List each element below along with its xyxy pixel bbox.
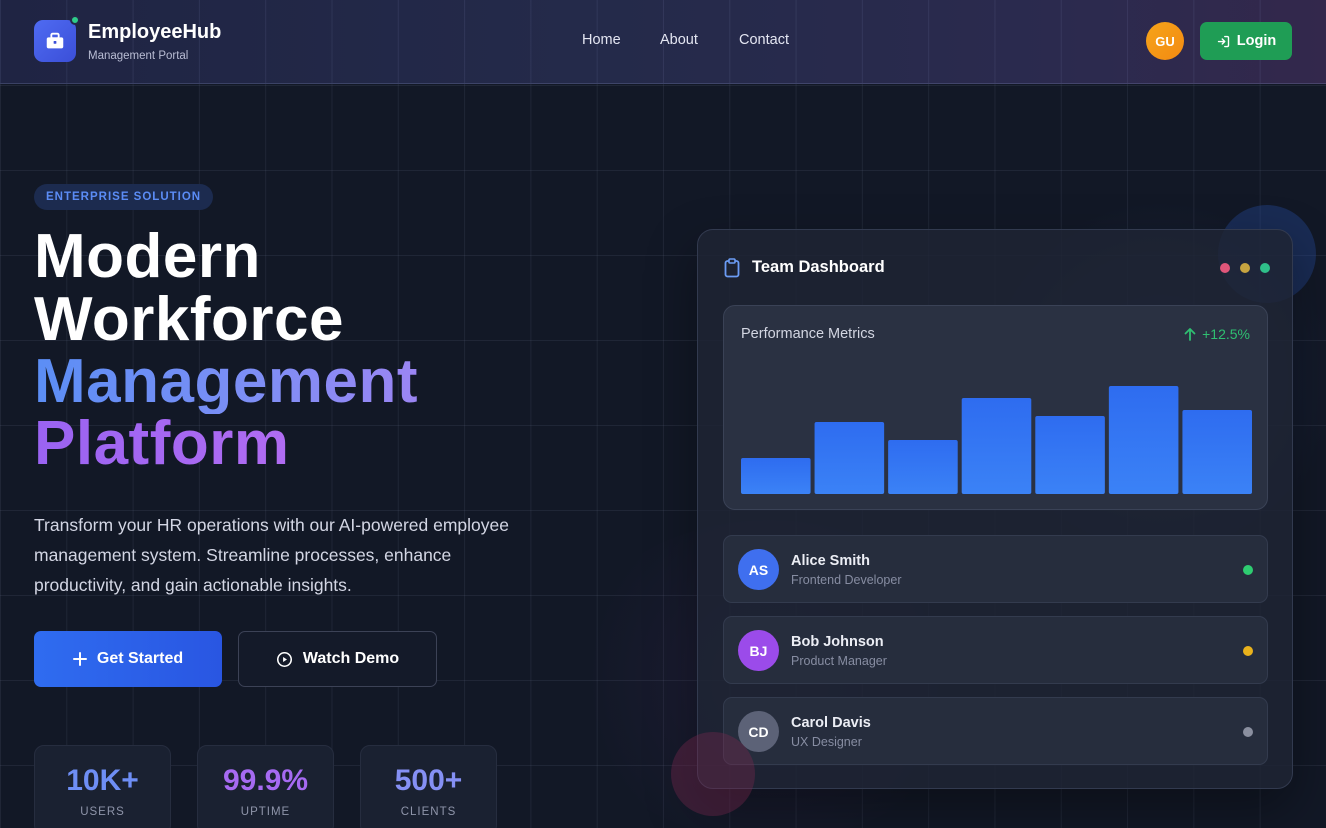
- team-member-row[interactable]: AS Alice Smith Frontend Developer: [723, 535, 1268, 603]
- decorative-orb: [671, 732, 755, 816]
- performance-change-value: +12.5%: [1202, 326, 1250, 342]
- nav-link-home[interactable]: Home: [582, 32, 621, 48]
- brand-subtitle: Management Portal: [88, 50, 189, 62]
- stat-card-clients: 500+ CLIENTS: [360, 745, 497, 828]
- login-button[interactable]: Login: [1200, 22, 1292, 60]
- hero-title-line: Management: [34, 347, 418, 416]
- window-dot: [1240, 263, 1250, 273]
- dashboard-title: Team Dashboard: [752, 258, 885, 276]
- nav-link-about[interactable]: About: [660, 32, 698, 48]
- chart-bar: [961, 398, 1032, 494]
- stat-card-users: 10K+ USERS: [34, 745, 171, 828]
- performance-change: +12.5%: [1184, 326, 1250, 342]
- play-circle-icon: [276, 651, 292, 667]
- window-dots: [1220, 263, 1270, 273]
- top-navbar: EmployeeHub Management Portal Home About…: [0, 0, 1326, 84]
- watch-demo-label: Watch Demo: [302, 650, 400, 667]
- stat-label: CLIENTS: [400, 806, 457, 818]
- status-indicator: [1243, 646, 1253, 656]
- arrow-up-icon: [1184, 328, 1196, 341]
- performance-metrics-panel: Performance Metrics +12.5%: [723, 305, 1268, 510]
- watch-demo-button[interactable]: Watch Demo: [238, 631, 437, 687]
- performance-bar-chart: [741, 386, 1252, 494]
- chart-bar: [1035, 416, 1105, 494]
- stat-value: 500+: [394, 764, 463, 797]
- chart-bar: [888, 440, 958, 494]
- hero-title-line: Platform: [34, 409, 290, 478]
- performance-title: Performance Metrics: [741, 326, 875, 342]
- team-dashboard-card: Team Dashboard Performance Metrics +12.5…: [697, 229, 1293, 789]
- user-avatar[interactable]: GU: [1146, 22, 1184, 60]
- window-dot: [1260, 263, 1270, 273]
- brand-name[interactable]: EmployeeHub: [88, 21, 221, 44]
- online-indicator: [70, 15, 80, 25]
- chart-bar: [741, 458, 811, 494]
- member-role: UX Designer: [791, 735, 862, 749]
- chart-bar: [1108, 386, 1179, 494]
- member-avatar: BJ: [738, 630, 779, 671]
- chart-bar: [1182, 410, 1252, 494]
- team-member-row[interactable]: BJ Bob Johnson Product Manager: [723, 616, 1268, 684]
- stat-value: 99.9%: [222, 764, 309, 797]
- brand-logo[interactable]: [34, 20, 76, 62]
- hero-description: Transform your HR operations with our AI…: [34, 515, 509, 595]
- status-indicator: [1243, 565, 1253, 575]
- hero-title-line: Modern: [34, 222, 261, 291]
- nav-link-contact[interactable]: Contact: [739, 32, 789, 48]
- member-role: Frontend Developer: [791, 573, 902, 587]
- member-name: Carol Davis: [791, 715, 871, 731]
- chart-bar: [814, 422, 885, 494]
- get-started-button[interactable]: Get Started: [34, 631, 222, 687]
- member-role: Product Manager: [791, 654, 887, 668]
- member-name: Alice Smith: [791, 553, 870, 569]
- clipboard-icon: [724, 258, 740, 278]
- status-indicator: [1243, 727, 1253, 737]
- stat-value: 10K+: [66, 764, 139, 797]
- plus-icon: [72, 652, 87, 666]
- login-label: Login: [1236, 33, 1277, 49]
- member-name: Bob Johnson: [791, 634, 884, 650]
- hero-title-line: Workforce: [34, 285, 344, 354]
- stat-card-uptime: 99.9% UPTIME: [197, 745, 334, 828]
- get-started-label: Get Started: [96, 650, 184, 667]
- team-member-row[interactable]: CD Carol Davis UX Designer: [723, 697, 1268, 765]
- hero-badge: ENTERPRISE SOLUTION: [34, 184, 214, 210]
- stat-label: UPTIME: [240, 806, 291, 818]
- member-avatar: AS: [738, 549, 779, 590]
- stat-label: USERS: [80, 806, 125, 818]
- briefcase-icon: [46, 32, 64, 49]
- window-dot: [1220, 263, 1230, 273]
- login-icon: [1217, 35, 1229, 47]
